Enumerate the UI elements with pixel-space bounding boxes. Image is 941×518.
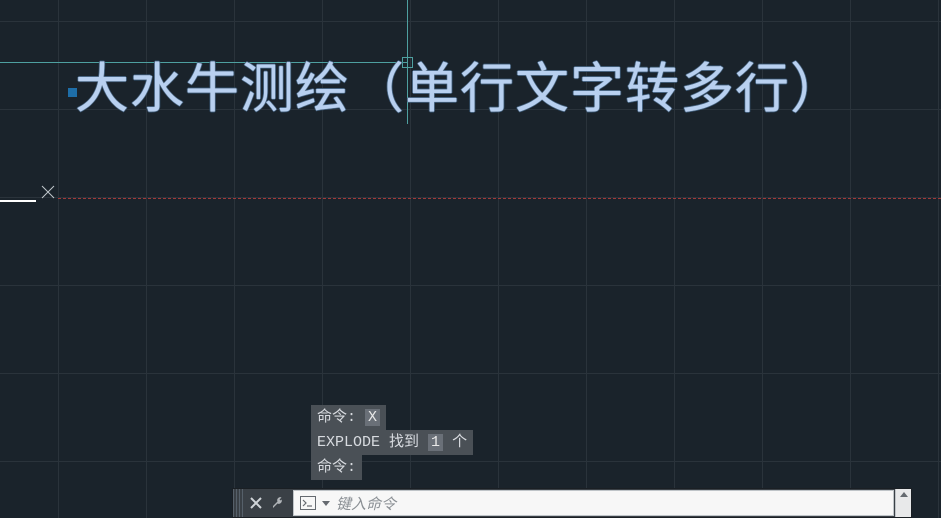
wrench-icon[interactable] [267,489,289,517]
terminal-icon [300,495,316,511]
history-command: X [365,409,380,426]
line-segment[interactable] [0,200,36,202]
history-text: 个 [452,434,467,451]
history-count: 1 [428,434,443,451]
history-prefix: 命令: [317,409,356,426]
grid-line [850,0,851,518]
chevron-up-icon [900,492,908,497]
history-text: EXPLODE 找到 [317,434,419,451]
grid-line [0,373,941,374]
chevron-down-icon[interactable] [322,501,330,506]
drawing-text-object[interactable]: 大水牛测绘（单行文字转多行） [75,44,845,123]
command-input[interactable]: 键入命令 [293,490,894,516]
close-icon[interactable] [245,489,267,517]
grid-line [0,21,941,22]
grid-line [938,0,939,518]
drag-handle[interactable] [233,489,245,517]
command-input-placeholder: 键入命令 [336,493,887,514]
command-line-bar: 键入命令 [232,488,912,518]
x-marker-icon [40,184,56,200]
expand-history-button[interactable] [895,489,911,517]
axis-line [58,198,941,199]
command-history: 命令: X EXPLODE 找到 1 个 命令: [311,405,473,480]
history-prompt: 命令: [311,455,362,480]
grid-line [0,285,941,286]
grid-line [58,0,59,518]
drawing-canvas[interactable]: 大水牛测绘（单行文字转多行） 命令: X EXPLODE 找到 1 个 命令: … [0,0,941,518]
